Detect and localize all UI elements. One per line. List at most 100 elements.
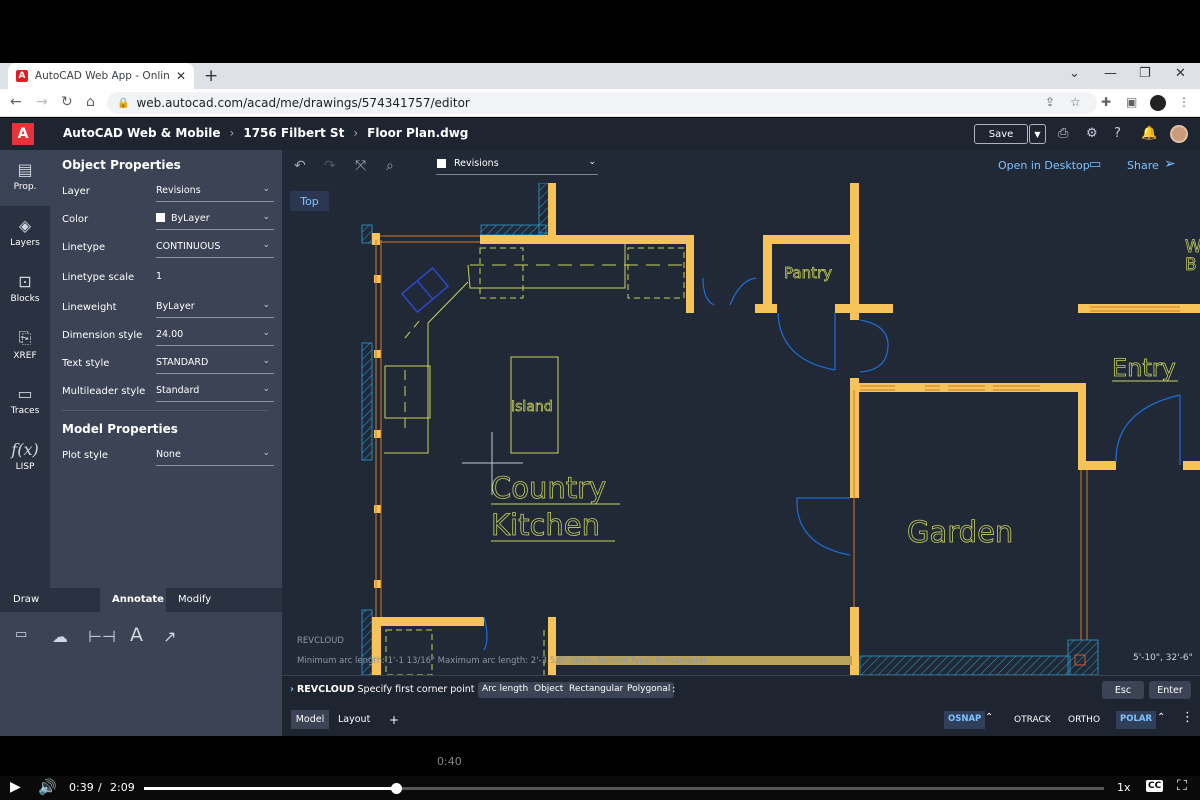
zoom-window-icon[interactable]: ⌕	[386, 158, 394, 174]
add-layout-button[interactable]: +	[389, 713, 399, 727]
rail-item-layers[interactable]: ◈ Layers	[0, 216, 50, 248]
measure-icon[interactable]: ▭	[15, 627, 27, 642]
layer-dropdown[interactable]: Revisions ⌄	[436, 155, 598, 175]
otrack-toggle[interactable]: OTRACK	[1014, 715, 1051, 725]
polar-menu-chevron-icon[interactable]: ⌃	[1157, 712, 1165, 723]
breadcrumb-item[interactable]: 1756 Filbert St	[243, 126, 344, 140]
command-line[interactable]: › REVCLOUD Specify first corner point or…	[282, 675, 1200, 705]
breadcrumb-item[interactable]: Floor Plan.dwg	[367, 126, 468, 140]
prop-value: Revisions	[156, 185, 201, 196]
rail-item-lisp[interactable]: f(x) LISP	[0, 440, 50, 472]
color-select[interactable]: ByLayer ⌄	[156, 210, 274, 230]
fullscreen-icon[interactable]: ⛶	[1177, 778, 1187, 794]
esc-button[interactable]: Esc	[1102, 681, 1144, 699]
captions-icon[interactable]: CC	[1146, 780, 1164, 792]
print-icon[interactable]: ⎙	[1058, 126, 1068, 141]
tab-modify[interactable]: Modify	[178, 594, 211, 605]
share-page-icon[interactable]: ⇪	[1045, 95, 1055, 109]
rail-item-blocks[interactable]: ⊡ Blocks	[0, 272, 50, 304]
leader-icon[interactable]: ↗	[163, 627, 176, 646]
linetype-select[interactable]: CONTINUOUS ⌄	[156, 238, 274, 258]
share-paper-plane-icon[interactable]: ➢	[1164, 156, 1176, 172]
more-options-icon[interactable]: ⋮	[1181, 710, 1194, 725]
prop-text-style: Text style STANDARD ⌄	[62, 352, 274, 374]
dimension-style-select[interactable]: 24.00 ⌄	[156, 326, 274, 346]
extensions-icon[interactable]: ✚	[1101, 95, 1111, 109]
share-link[interactable]: Share	[1127, 159, 1159, 172]
open-in-desktop-link[interactable]: Open in Desktop	[998, 159, 1090, 172]
notifications-bell-icon[interactable]: 🔔	[1141, 126, 1157, 141]
back-icon[interactable]: ←	[10, 94, 22, 110]
enter-button[interactable]: Enter	[1149, 681, 1191, 699]
side-panel-icon[interactable]: ▣	[1126, 95, 1137, 109]
option-arc-length[interactable]: Arc length	[478, 682, 533, 698]
video-progress-track[interactable]	[144, 783, 1104, 794]
video-scrubber-handle[interactable]	[390, 783, 402, 794]
home-icon[interactable]: ⌂	[86, 94, 95, 110]
revision-cloud-icon[interactable]: ☁	[52, 627, 68, 646]
prop-value: Standard	[156, 385, 200, 396]
tab-annotate[interactable]: Annotate	[112, 594, 164, 605]
option-object[interactable]: Object	[530, 682, 568, 698]
new-tab-button[interactable]: +	[204, 66, 218, 86]
linetype-scale-input[interactable]: 1	[156, 268, 274, 288]
rail-item-xref[interactable]: ⎘ XREF	[0, 328, 50, 361]
room-label-pantry: Pantry	[784, 264, 832, 282]
maximize-button[interactable]: ❐	[1139, 66, 1151, 81]
save-dropdown-icon[interactable]: ▼	[1029, 124, 1046, 144]
video-controls: ▶ 🔊 0:39 / 2:09 1x CC ⛶	[0, 776, 1200, 800]
drawing-canvas[interactable]: ↶ ↷ ⤧ ⌕ Revisions ⌄ Open in Desktop ▭ Sh…	[282, 150, 1200, 675]
prop-value: None	[156, 449, 181, 460]
browser-tab[interactable]: A AutoCAD Web App - Online CAD ✕	[8, 63, 194, 89]
autocad-logo-icon[interactable]: A	[12, 123, 34, 145]
avatar[interactable]	[1170, 125, 1188, 143]
prop-value: ByLayer	[171, 213, 210, 224]
tab-draw-label[interactable]: Draw	[13, 594, 39, 605]
settings-gear-icon[interactable]: ⚙	[1086, 126, 1098, 141]
tab-model[interactable]: Model	[291, 710, 329, 729]
properties-icon: ▤	[17, 160, 33, 179]
close-tab-icon[interactable]: ✕	[176, 69, 186, 83]
rail-label: Layers	[10, 238, 40, 248]
plot-style-select[interactable]: None ⌄	[156, 446, 274, 466]
text-icon[interactable]: A	[130, 624, 143, 646]
minimize-button[interactable]: —	[1104, 66, 1117, 81]
room-label-kitchen: Kitchen	[491, 508, 600, 542]
undo-icon[interactable]: ↶	[294, 158, 306, 174]
osnap-menu-chevron-icon[interactable]: ⌃	[985, 712, 993, 723]
help-icon[interactable]: ?	[1114, 126, 1121, 141]
counters	[384, 243, 686, 675]
option-polygonal[interactable]: Polygonal	[623, 682, 675, 698]
layer-dropdown-value: Revisions	[454, 158, 499, 169]
desktop-monitor-icon[interactable]: ▭	[1089, 157, 1101, 172]
tab-layout[interactable]: Layout	[338, 714, 370, 725]
bookmark-star-icon[interactable]: ☆	[1070, 95, 1081, 109]
rail-item-properties[interactable]: ▤ Prop.	[0, 150, 50, 206]
browser-menu-icon[interactable]: ⋮	[1178, 95, 1190, 109]
lineweight-select[interactable]: ByLayer ⌄	[156, 298, 274, 318]
play-icon[interactable]: ▶	[10, 779, 21, 795]
rail-item-traces[interactable]: ▭ Traces	[0, 384, 50, 416]
multileader-style-select[interactable]: Standard ⌄	[156, 382, 274, 402]
select-zoom-icon[interactable]: ⤧	[355, 158, 366, 174]
text-style-select[interactable]: STANDARD ⌄	[156, 354, 274, 374]
option-rectangular[interactable]: Rectangular	[565, 682, 628, 698]
polar-toggle[interactable]: POLAR	[1116, 711, 1156, 729]
ortho-toggle[interactable]: ORTHO	[1068, 715, 1100, 725]
layer-select[interactable]: Revisions ⌄	[156, 182, 274, 202]
tab-search-icon[interactable]: ⌄	[1069, 66, 1080, 81]
playback-speed[interactable]: 1x	[1117, 781, 1131, 794]
close-window-button[interactable]: ✕	[1175, 66, 1186, 81]
address-bar[interactable]: 🔒 web.autocad.com/acad/me/drawings/57434…	[107, 92, 1097, 114]
dimension-icon[interactable]: ⊢⊣	[88, 627, 116, 646]
breadcrumb-item[interactable]: AutoCAD Web & Mobile	[63, 126, 221, 140]
redo-icon[interactable]: ↷	[324, 158, 336, 174]
prop-color: Color ByLayer ⌄	[62, 208, 274, 230]
reload-icon[interactable]: ↻	[61, 94, 73, 110]
save-button[interactable]: Save	[974, 124, 1028, 144]
profile-icon[interactable]	[1150, 95, 1166, 111]
osnap-toggle[interactable]: OSNAP	[944, 711, 986, 729]
volume-icon[interactable]: 🔊	[38, 778, 57, 796]
chevron-down-icon: ⌄	[588, 157, 596, 167]
forward-icon[interactable]: →	[36, 94, 48, 110]
